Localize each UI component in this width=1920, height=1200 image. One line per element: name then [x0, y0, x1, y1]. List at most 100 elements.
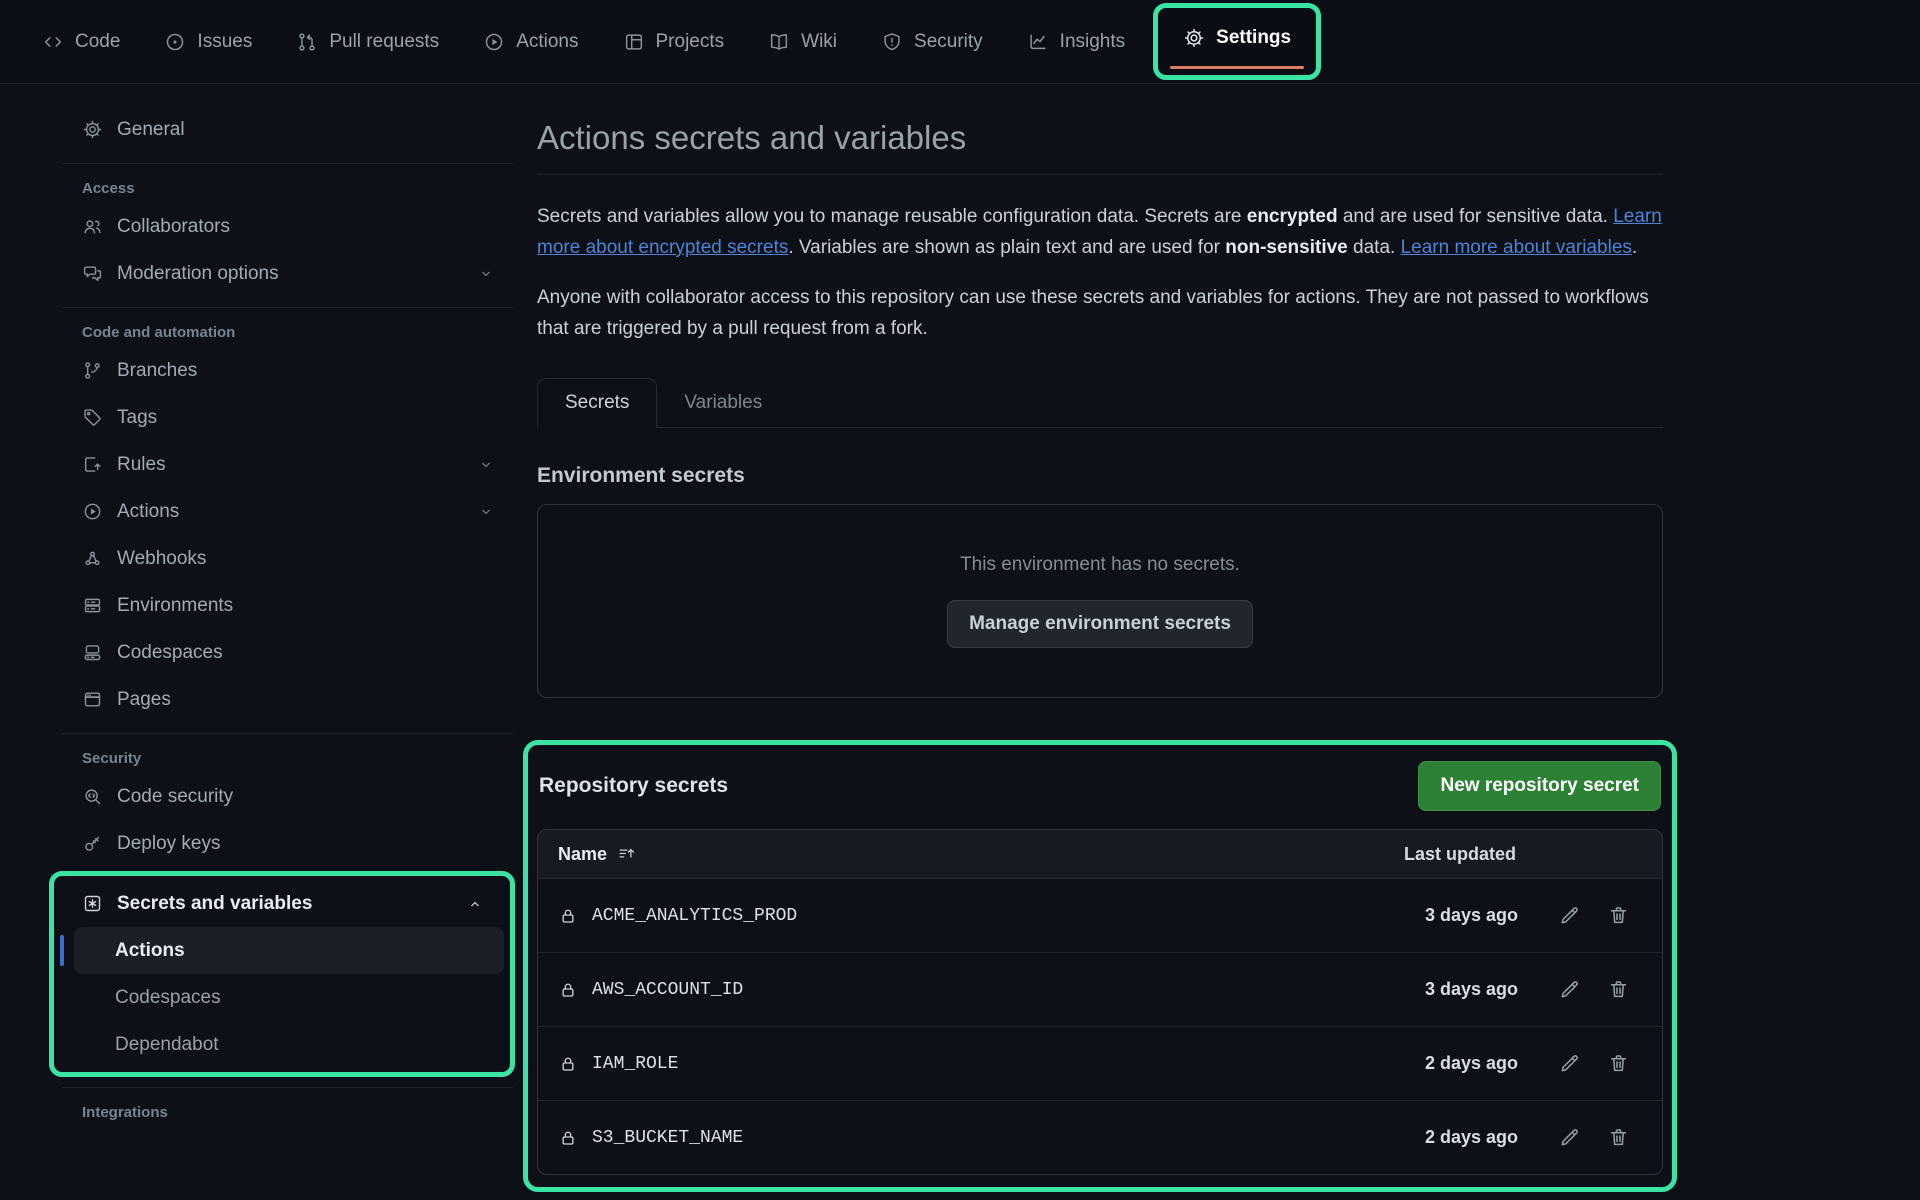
edit-secret-button[interactable] — [1558, 904, 1581, 927]
environment-empty-text: This environment has no secrets. — [960, 554, 1240, 576]
repo-tab-label: Projects — [656, 31, 725, 53]
delete-secret-button[interactable] — [1607, 1126, 1630, 1149]
edit-secret-button[interactable] — [1558, 1052, 1581, 1075]
selected-indicator-bar — [60, 935, 64, 966]
page-title: Actions secrets and variables — [537, 118, 1663, 158]
sidebar-subitem-dependabot[interactable]: Dependabot — [74, 1021, 504, 1068]
repo-tab-label: Actions — [516, 31, 578, 53]
chevron-down-icon — [477, 456, 495, 474]
secret-row: IAM_ROLE2 days ago — [538, 1026, 1662, 1100]
sidebar-item-secrets-and-variables[interactable]: Secrets and variables — [60, 880, 504, 927]
play-icon — [82, 501, 103, 522]
repo-tab-actions[interactable]: Actions — [467, 17, 594, 67]
chevron-down-icon — [477, 503, 495, 521]
sidebar-item-moderation-options[interactable]: Moderation options — [60, 250, 515, 297]
repo-tab-issues[interactable]: Issues — [148, 17, 268, 67]
sidebar-section-code-and-automation: Code and automation — [60, 324, 515, 341]
repo-tab-label: Code — [75, 31, 120, 53]
people-icon — [82, 216, 103, 237]
sidebar-divider — [62, 307, 513, 308]
secret-name: S3_BUCKET_NAME — [592, 1128, 743, 1148]
edit-secret-button[interactable] — [1558, 1126, 1581, 1149]
repository-secrets-table: Name Last updated ACME_ANALYTICS_PROD3 d… — [537, 829, 1663, 1175]
delete-secret-button[interactable] — [1607, 904, 1630, 927]
sort-ascending-icon — [617, 845, 636, 864]
github-settings-page: Code Issues Pull requests Actions Projects Wi… — [0, 0, 1920, 1200]
sidebar-section-integrations: Integrations — [60, 1104, 515, 1121]
sidebar-item-deploy-keys[interactable]: Deploy keys — [60, 820, 515, 867]
sidebar-item-branches[interactable]: Branches — [60, 347, 515, 394]
sidebar-subitem-actions[interactable]: Actions — [74, 927, 504, 974]
secret-last-updated: 2 days ago — [1388, 1127, 1518, 1148]
sidebar-item-tags[interactable]: Tags — [60, 394, 515, 441]
fork-notice-paragraph: Anyone with collaborator access to this … — [537, 282, 1663, 344]
sidebar-subitem-codespaces[interactable]: Codespaces — [74, 974, 504, 1021]
secret-name: AWS_ACCOUNT_ID — [592, 980, 743, 1000]
table-icon — [623, 31, 645, 53]
tab-secrets[interactable]: Secrets — [537, 378, 657, 428]
branch-icon — [82, 360, 103, 381]
sidebar-subitem-label: Codespaces — [115, 987, 221, 1009]
lock-icon — [558, 980, 578, 1000]
annotation-settings-highlight: Settings — [1153, 3, 1321, 80]
edit-secret-button[interactable] — [1558, 978, 1581, 1001]
sidebar-item-code-security[interactable]: Code security — [60, 773, 515, 820]
tab-variables[interactable]: Variables — [657, 379, 789, 427]
name-column-header[interactable]: Name — [558, 844, 636, 865]
repo-tab-insights[interactable]: Insights — [1011, 17, 1141, 67]
trash-icon — [1607, 1126, 1630, 1149]
sidebar-item-actions[interactable]: Actions — [60, 488, 515, 535]
sidebar-item-label: Secrets and variables — [117, 893, 312, 915]
sidebar-item-pages[interactable]: Pages — [60, 676, 515, 723]
repo-tab-wiki[interactable]: Wiki — [752, 17, 853, 67]
repo-tab-security[interactable]: Security — [865, 17, 999, 67]
sidebar-item-codespaces[interactable]: Codespaces — [60, 629, 515, 676]
repo-tab-label: Insights — [1060, 31, 1125, 53]
comment-discussion-icon — [82, 263, 103, 284]
browser-icon — [82, 689, 103, 710]
sidebar-item-general[interactable]: General — [60, 106, 515, 153]
last-updated-column-header: Last updated — [1386, 844, 1516, 865]
delete-secret-button[interactable] — [1607, 1052, 1630, 1075]
sidebar-divider — [62, 733, 513, 734]
repo-tab-label: Pull requests — [329, 31, 439, 53]
sidebar-item-webhooks[interactable]: Webhooks — [60, 535, 515, 582]
sidebar-item-label: General — [117, 119, 185, 141]
book-icon — [768, 31, 790, 53]
new-repository-secret-button[interactable]: New repository secret — [1418, 761, 1661, 811]
sidebar-item-rules[interactable]: Rules — [60, 441, 515, 488]
repo-tab-settings[interactable]: Settings — [1167, 13, 1307, 63]
link-learn-variables[interactable]: Learn more about variables — [1401, 237, 1632, 258]
repo-tab-pull-requests[interactable]: Pull requests — [280, 17, 455, 67]
secret-last-updated: 2 days ago — [1388, 1053, 1518, 1074]
repo-tab-label: Wiki — [801, 31, 837, 53]
pencil-icon — [1558, 1052, 1581, 1075]
sidebar-subitem-label: Dependabot — [115, 1034, 219, 1056]
sidebar-item-collaborators[interactable]: Collaborators — [60, 203, 515, 250]
server-icon — [82, 595, 103, 616]
repo-tab-code[interactable]: Code — [26, 17, 136, 67]
delete-secret-button[interactable] — [1607, 978, 1630, 1001]
key-icon — [82, 833, 103, 854]
sidebar-item-environments[interactable]: Environments — [60, 582, 515, 629]
lock-icon — [558, 1054, 578, 1074]
name-column-label: Name — [558, 844, 607, 865]
sidebar-item-label: Collaborators — [117, 216, 230, 238]
manage-environment-secrets-button[interactable]: Manage environment secrets — [947, 600, 1253, 648]
intro-bold-text: encrypted — [1247, 206, 1338, 227]
sidebar-section-access: Access — [60, 180, 515, 197]
pencil-icon — [1558, 978, 1581, 1001]
sidebar-divider — [62, 1087, 513, 1088]
repo-tab-projects[interactable]: Projects — [607, 17, 741, 67]
sidebar-item-label: Environments — [117, 595, 233, 617]
tag-icon — [82, 407, 103, 428]
settings-content: Actions secrets and variables Secrets an… — [537, 84, 1663, 1192]
intro-text: Secrets and variables allow you to manag… — [537, 206, 1247, 227]
repo-tab-label: Security — [914, 31, 983, 53]
key-asterisk-icon — [82, 893, 103, 914]
table-header-row: Name Last updated — [538, 830, 1662, 879]
sidebar-item-label: Branches — [117, 360, 197, 382]
secrets-variables-tabs: SecretsVariables — [537, 378, 1663, 428]
pencil-icon — [1558, 904, 1581, 927]
code-scan-icon — [82, 786, 103, 807]
